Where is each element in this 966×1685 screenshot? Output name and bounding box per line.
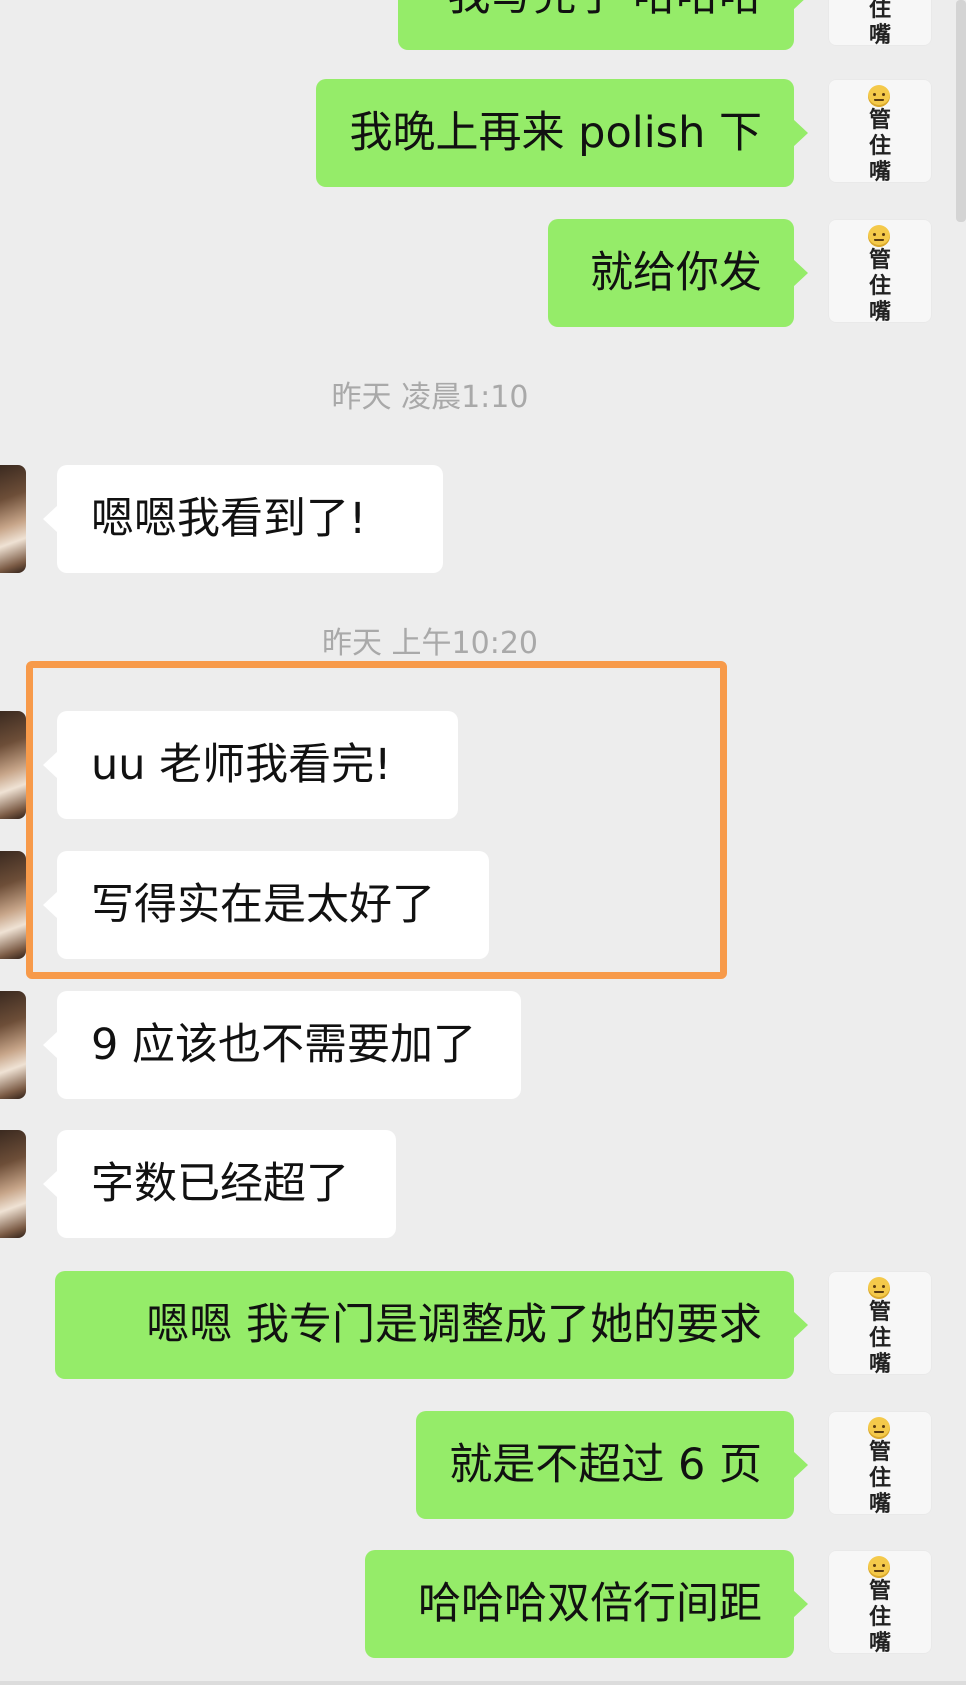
- timestamp: 昨天 凌晨1:10: [331, 380, 529, 415]
- avatar-text: 管 住 嘴: [868, 107, 891, 185]
- zipper-mouth-face-icon: [868, 1417, 890, 1439]
- avatar-text: 管 住 嘴: [868, 1578, 891, 1656]
- contact-avatar[interactable]: [0, 1130, 26, 1238]
- avatar-text: 管 住 嘴: [868, 1299, 891, 1377]
- contact-avatar[interactable]: [0, 465, 26, 573]
- message-bubble-sent[interactable]: 就是不超过 6 页: [416, 1411, 808, 1519]
- message-bubble-sent[interactable]: 嗯嗯 我专门是调整成了她的要求: [55, 1271, 808, 1379]
- message-bubble-sent[interactable]: 哈哈哈双倍行间距: [365, 1550, 808, 1658]
- message-bubble-sent[interactable]: 就给你发: [548, 219, 808, 327]
- message-bubble-received[interactable]: 字数已经超了: [43, 1130, 396, 1238]
- chat-conversation[interactable]: 我写完了 哈哈哈 管 住 嘴 我晚上再来 polish 下 管 住 嘴 就给你发…: [0, 0, 966, 1685]
- scrollbar[interactable]: [956, 0, 966, 222]
- my-avatar[interactable]: 管 住 嘴: [828, 1271, 932, 1377]
- timestamp: 昨天 上午10:20: [322, 626, 538, 661]
- zipper-mouth-face-icon: [868, 1556, 890, 1578]
- avatar-text: 管 住 嘴: [868, 0, 891, 48]
- message-bubble-received[interactable]: 嗯嗯我看到了!: [43, 465, 443, 573]
- message-bubble-received[interactable]: 9 应该也不需要加了: [43, 991, 521, 1099]
- zipper-mouth-face-icon: [868, 1277, 890, 1299]
- contact-avatar[interactable]: [0, 991, 26, 1099]
- my-avatar[interactable]: 管 住 嘴: [828, 219, 932, 325]
- message-bubble-sent[interactable]: 我晚上再来 polish 下: [316, 79, 808, 187]
- avatar-text: 管 住 嘴: [868, 247, 891, 325]
- contact-avatar[interactable]: [0, 711, 26, 819]
- zipper-mouth-face-icon: [868, 85, 890, 107]
- contact-avatar[interactable]: [0, 851, 26, 959]
- message-bubble-sent[interactable]: 我写完了 哈哈哈: [398, 0, 808, 50]
- my-avatar[interactable]: 管 住 嘴: [828, 0, 932, 48]
- divider: [0, 1681, 966, 1685]
- my-avatar[interactable]: 管 住 嘴: [828, 79, 932, 185]
- highlight-annotation-box: [26, 661, 727, 979]
- my-avatar[interactable]: 管 住 嘴: [828, 1550, 932, 1656]
- my-avatar[interactable]: 管 住 嘴: [828, 1411, 932, 1517]
- avatar-text: 管 住 嘴: [868, 1439, 891, 1517]
- zipper-mouth-face-icon: [868, 225, 890, 247]
